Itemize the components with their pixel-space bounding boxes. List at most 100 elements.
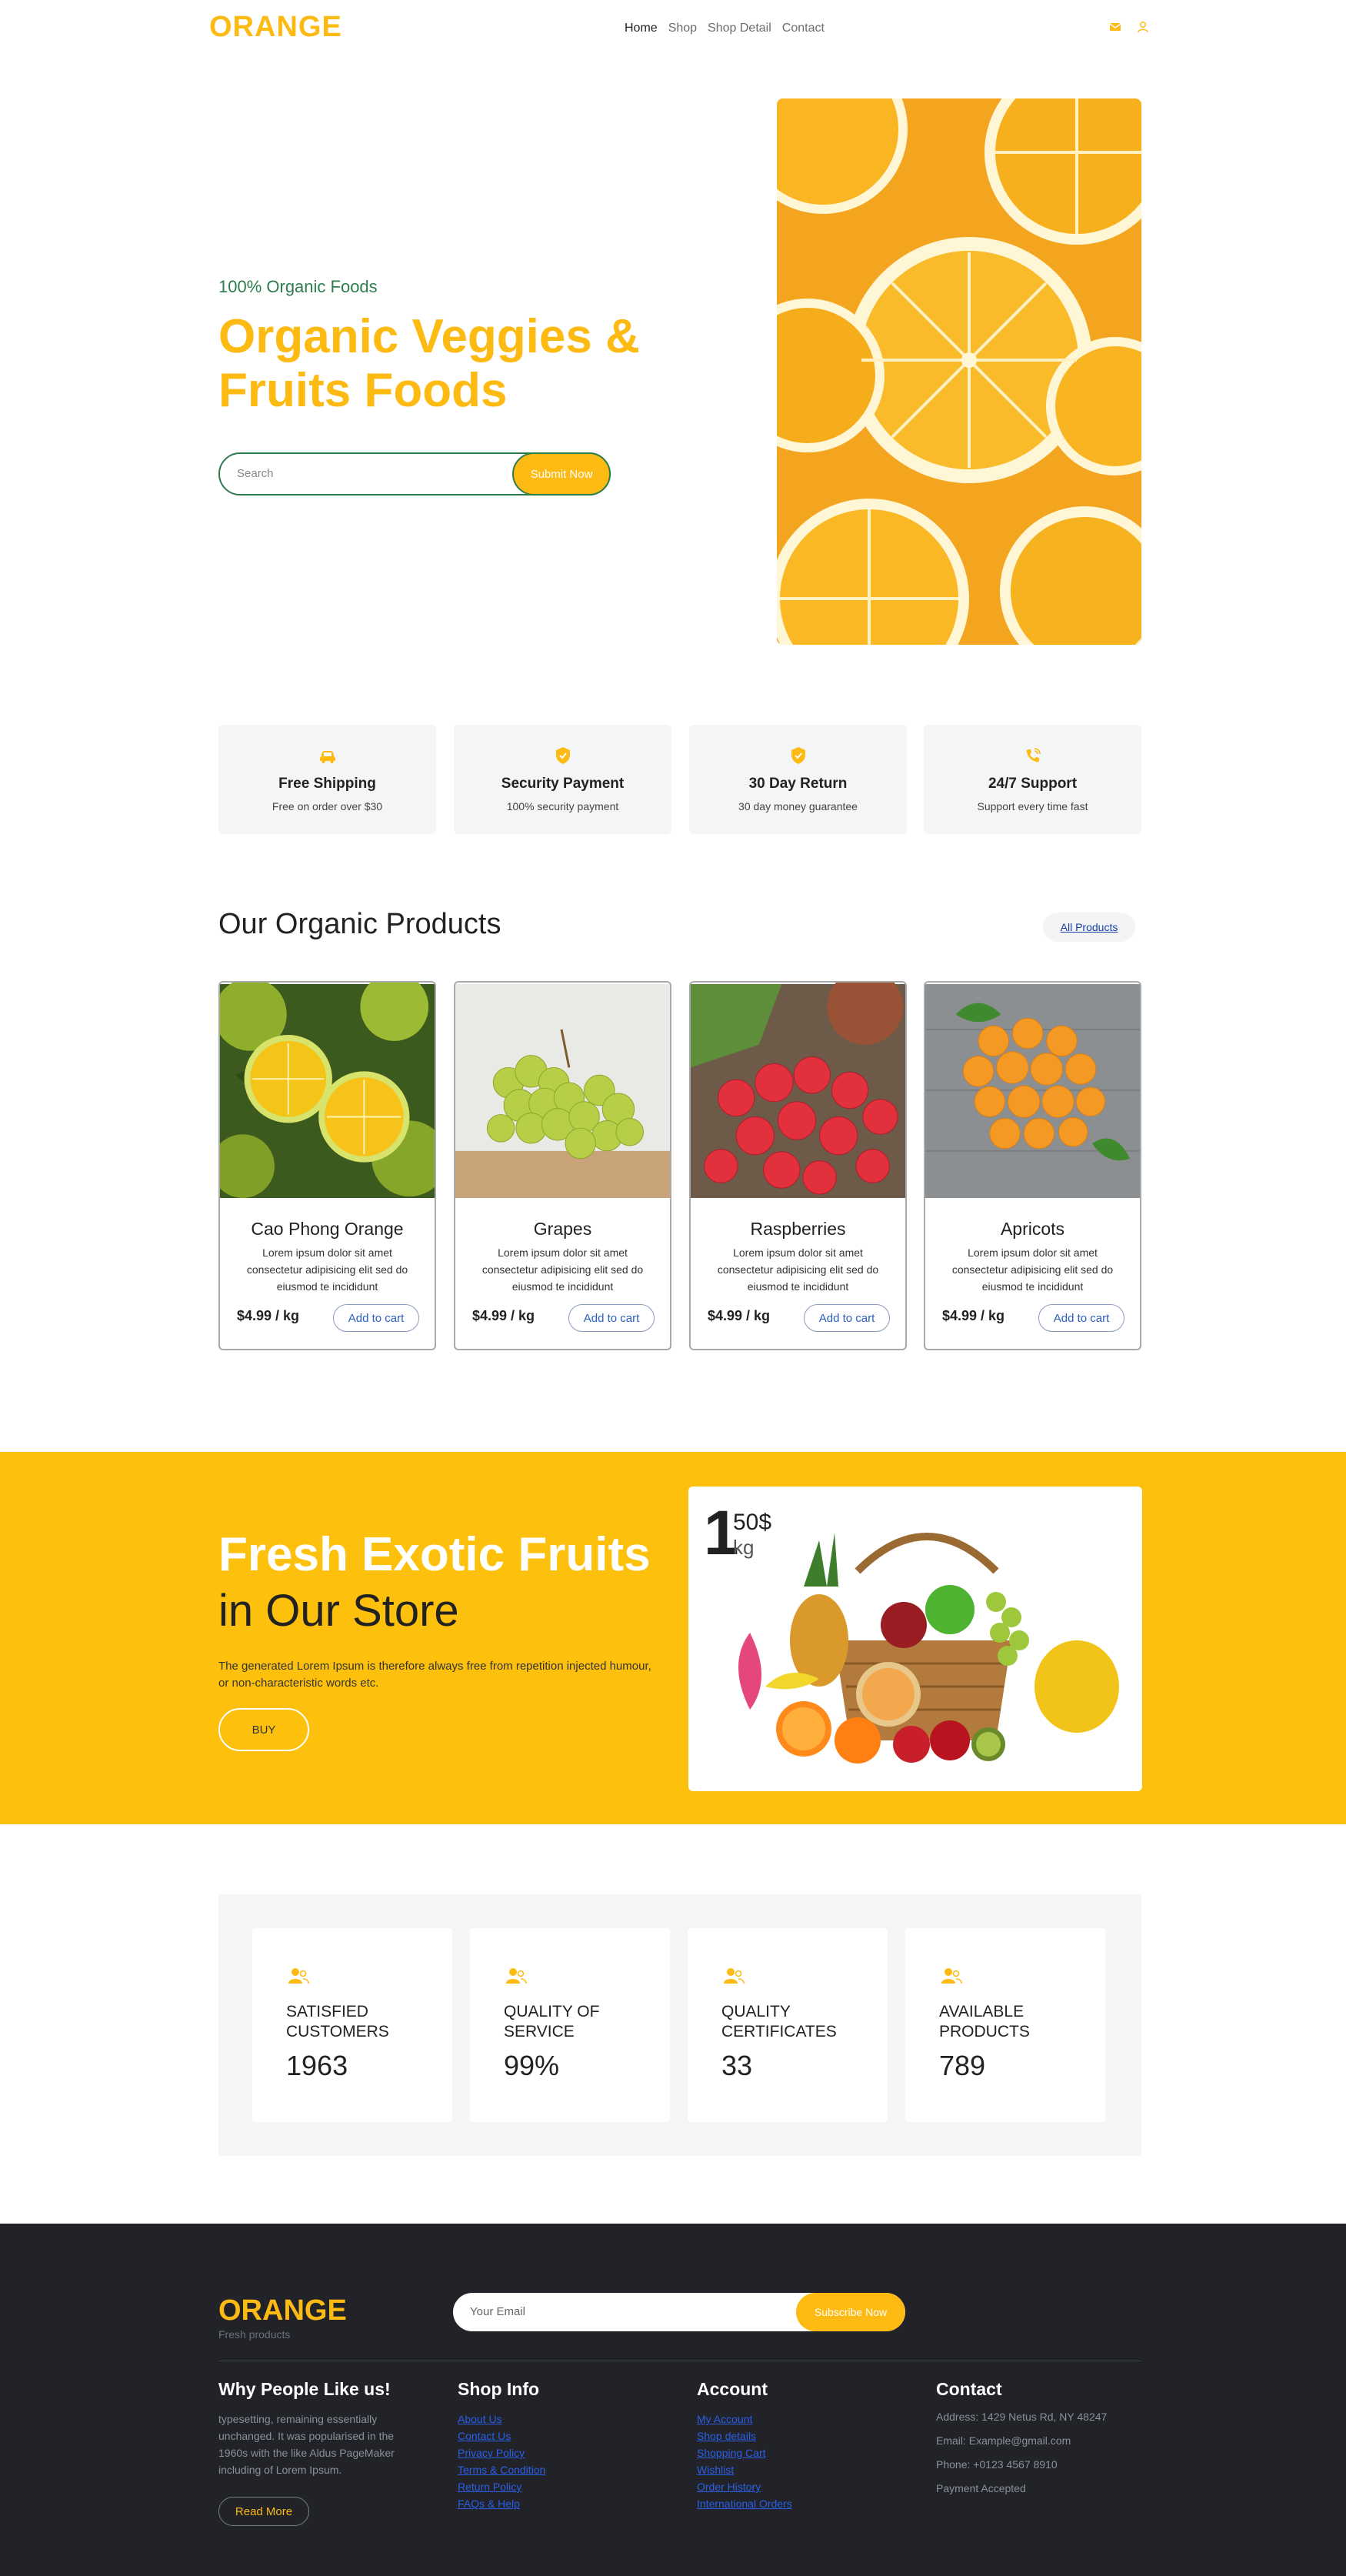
add-to-cart-button[interactable]: Add to cart xyxy=(333,1304,419,1332)
banner-subtitle: in Our Store xyxy=(218,1586,459,1636)
nav-contact[interactable]: Contact xyxy=(782,22,825,35)
feature-title: 24/7 Support xyxy=(988,776,1078,792)
newsletter-email-input[interactable]: Your Email Subscribe Now xyxy=(453,2293,905,2331)
stat-card: QUALITY OF SERVICE 99% xyxy=(470,1928,670,2122)
footer-why-column: Why People Like us! typesetting, remaini… xyxy=(218,2379,418,2478)
feature-support: 24/7 Support Support every time fast xyxy=(924,725,1141,834)
banner-title: Fresh Exotic Fruits xyxy=(218,1528,651,1581)
footer-heading: Contact xyxy=(936,2379,1002,2399)
feature-desc: 30 day money guarantee xyxy=(738,800,858,813)
product-desc: Lorem ipsum dolor sit amet consectetur a… xyxy=(246,1246,408,1293)
buy-button[interactable]: BUY xyxy=(218,1708,309,1751)
fruit-basket-image xyxy=(738,1533,1119,1763)
footer-link-privacy[interactable]: Privacy Policy xyxy=(458,2444,665,2461)
read-more-button[interactable]: Read More xyxy=(218,2497,309,2526)
hero-title: Organic Veggies & Fruits Foods xyxy=(218,310,640,417)
all-products-button[interactable]: All Products xyxy=(1043,913,1135,942)
product-card: Grapes Lorem ipsum dolor sit amet consec… xyxy=(454,981,671,1350)
product-image-grapes xyxy=(455,983,670,1199)
footer-link-international[interactable]: International Orders xyxy=(697,2495,905,2512)
nav-shop-detail[interactable]: Shop Detail xyxy=(708,22,771,35)
product-name[interactable]: Grapes xyxy=(455,1219,670,1240)
subscribe-button[interactable]: Subscribe Now xyxy=(796,2293,905,2331)
footer-link-return[interactable]: Return Policy xyxy=(458,2478,665,2495)
add-to-cart-button[interactable]: Add to cart xyxy=(1038,1304,1124,1332)
main-nav: Home Shop Shop Detail Contact xyxy=(625,22,825,35)
footer-link-about[interactable]: About Us xyxy=(458,2411,665,2428)
hero-subtitle: 100% Organic Foods xyxy=(218,277,378,296)
stat-label: SATISFIED CUSTOMERS xyxy=(286,2003,389,2040)
product-price: $4.99 / kg xyxy=(237,1308,300,1323)
add-to-cart-button[interactable]: Add to cart xyxy=(804,1304,890,1332)
nav-shop[interactable]: Shop xyxy=(668,22,697,35)
site-footer xyxy=(0,2224,1346,2576)
feature-title: Security Payment xyxy=(501,776,625,792)
product-card: Cao Phong Orange Lorem ipsum dolor sit a… xyxy=(218,981,436,1350)
footer-contact-column: Contact Address: 1429 Netus Rd, NY 48247… xyxy=(936,2379,1144,2506)
submit-button[interactable]: Submit Now xyxy=(512,452,611,496)
feature-desc: Free on order over $30 xyxy=(272,800,383,813)
contact-phone: Phone: +0123 4567 8910 xyxy=(936,2458,1058,2471)
brand-logo[interactable]: ORANGE xyxy=(209,11,342,44)
feature-desc: Support every time fast xyxy=(977,800,1088,813)
footer-heading: Why People Like us! xyxy=(218,2379,391,2399)
nav-home[interactable]: Home xyxy=(625,22,658,35)
footer-heading: Account xyxy=(697,2379,768,2399)
hero-orange-image xyxy=(777,98,1141,645)
product-desc: Lorem ipsum dolor sit amet consectetur a… xyxy=(951,1246,1114,1293)
product-name[interactable]: Raspberries xyxy=(691,1219,905,1240)
footer-link-terms[interactable]: Terms & Condition xyxy=(458,2461,665,2478)
stat-label: QUALITY OF SERVICE xyxy=(504,2003,600,2040)
product-name[interactable]: Apricots xyxy=(925,1219,1140,1240)
product-image-apricots xyxy=(925,983,1140,1199)
product-name[interactable]: Cao Phong Orange xyxy=(220,1219,435,1240)
feature-day-return: 30 Day Return 30 day money guarantee xyxy=(689,725,907,834)
footer-link-shop-details[interactable]: Shop details xyxy=(697,2428,905,2444)
footer-account-column: Account My Account Shop details Shopping… xyxy=(697,2379,905,2512)
stat-card: AVAILABLE PRODUCTS 789 xyxy=(905,1928,1105,2122)
stat-label: QUALITY CERTIFICATES xyxy=(721,2003,837,2040)
users-icon xyxy=(288,1968,309,1984)
products-title: Our Organic Products xyxy=(218,908,501,940)
users-icon xyxy=(506,1968,527,1984)
feature-free-shipping: Free Shipping Free on order over $30 xyxy=(218,725,436,834)
user-icon[interactable] xyxy=(1135,19,1151,35)
users-icon xyxy=(941,1968,962,1984)
banner-fruit-card: 1 50$ kg xyxy=(688,1487,1142,1791)
stat-label: AVAILABLE PRODUCTS xyxy=(939,2003,1030,2040)
footer-link-faq[interactable]: FAQs & Help xyxy=(458,2495,665,2512)
feature-title: 30 Day Return xyxy=(748,776,848,792)
footer-link-cart[interactable]: Shopping Cart xyxy=(697,2444,905,2461)
shield-check-icon xyxy=(791,747,805,764)
stat-card: SATISFIED CUSTOMERS 1963 xyxy=(252,1928,452,2122)
hero-search-input[interactable]: Search Submit Now xyxy=(218,452,611,496)
product-price: $4.99 / kg xyxy=(472,1308,535,1323)
stat-card: QUALITY CERTIFICATES 33 xyxy=(688,1928,888,2122)
car-icon xyxy=(319,751,335,763)
footer-logo[interactable]: ORANGE xyxy=(218,2294,347,2327)
footer-link-wishlist[interactable]: Wishlist xyxy=(697,2461,905,2478)
footer-link-order-history[interactable]: Order History xyxy=(697,2478,905,2495)
footer-link-my-account[interactable]: My Account xyxy=(697,2411,905,2428)
search-placeholder: Search xyxy=(237,467,274,480)
stat-value: 99% xyxy=(504,2050,560,2081)
footer-link-contact[interactable]: Contact Us xyxy=(458,2428,665,2444)
footer-heading: Shop Info xyxy=(458,2379,540,2399)
stat-value: 1963 xyxy=(286,2050,348,2081)
feature-security-payment: Security Payment 100% security payment xyxy=(454,725,671,834)
product-desc: Lorem ipsum dolor sit amet consectetur a… xyxy=(717,1246,879,1293)
feature-desc: 100% security payment xyxy=(506,800,619,813)
phone-ring-icon xyxy=(1026,748,1041,762)
footer-why-text: typesetting, remaining essentially uncha… xyxy=(218,2413,395,2476)
add-to-cart-button[interactable]: Add to cart xyxy=(568,1304,655,1332)
product-card: Apricots Lorem ipsum dolor sit amet cons… xyxy=(924,981,1141,1350)
payment-accepted: Payment Accepted xyxy=(936,2482,1026,2494)
product-price: $4.99 / kg xyxy=(708,1308,771,1323)
product-desc: Lorem ipsum dolor sit amet consectetur a… xyxy=(481,1246,644,1293)
product-image-raspberries xyxy=(691,983,905,1199)
stat-value: 33 xyxy=(721,2050,753,2081)
mail-icon[interactable] xyxy=(1108,19,1123,35)
users-icon xyxy=(724,1968,745,1984)
feature-title: Free Shipping xyxy=(278,776,376,792)
shield-check-icon xyxy=(555,747,570,764)
